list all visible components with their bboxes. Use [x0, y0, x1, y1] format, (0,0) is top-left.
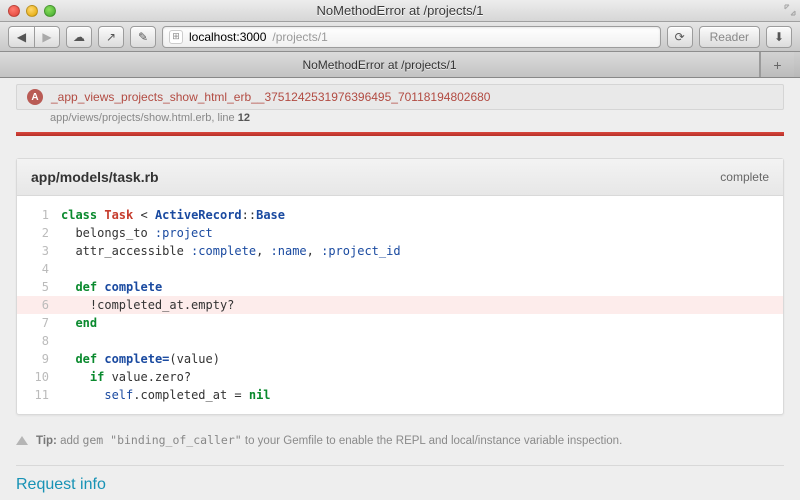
- new-tab-button[interactable]: +: [760, 52, 794, 77]
- line-number: 11: [17, 386, 61, 404]
- line-prefix: , line: [211, 112, 237, 124]
- tab-strip: NoMethodError at /projects/1 +: [0, 52, 800, 78]
- url-path: /projects/1: [272, 30, 327, 44]
- line-source: !completed_at.empty?: [61, 296, 783, 314]
- line-source: def complete=(value): [61, 350, 783, 368]
- line-number: 6: [17, 296, 61, 314]
- line-number: 2: [17, 224, 61, 242]
- source-panel-header: app/models/task.rb complete: [17, 159, 783, 196]
- source-line: 5 def complete: [17, 278, 783, 296]
- tip-callout: Tip: add gem "binding_of_caller" to your…: [16, 433, 784, 447]
- tip-after: to your Gemfile to enable the REPL and l…: [242, 435, 623, 447]
- line-source: def complete: [61, 278, 783, 296]
- nav-buttons: ◀ ▶: [8, 26, 60, 48]
- close-window-button[interactable]: [8, 5, 20, 17]
- line-source: [61, 260, 783, 278]
- tip-before: add: [57, 435, 83, 447]
- forward-button[interactable]: ▶: [34, 26, 60, 48]
- line-source: if value.zero?: [61, 368, 783, 386]
- back-button[interactable]: ◀: [8, 26, 34, 48]
- source-line: 6 !completed_at.empty?: [17, 296, 783, 314]
- app-badge-icon: A: [27, 89, 43, 105]
- line-source: class Task < ActiveRecord::Base: [61, 206, 783, 224]
- stack-frame-file: app/views/projects/show.html.erb: [50, 112, 211, 124]
- tip-text: Tip: add gem "binding_of_caller" to your…: [36, 433, 622, 447]
- source-line: 7 end: [17, 314, 783, 332]
- reload-button[interactable]: ⟳: [667, 26, 693, 48]
- source-line: 10 if value.zero?: [17, 368, 783, 386]
- fullscreen-icon[interactable]: [784, 4, 796, 16]
- section-divider: [16, 465, 784, 466]
- line-number: 8: [17, 332, 61, 350]
- source-line: 4: [17, 260, 783, 278]
- window-title: NoMethodError at /projects/1: [0, 3, 800, 18]
- line-number: 9: [17, 350, 61, 368]
- stack-frame-name: _app_views_projects_show_html_erb__37512…: [51, 90, 490, 104]
- source-line: 8: [17, 332, 783, 350]
- source-code-listing: 1class Task < ActiveRecord::Base2 belong…: [17, 196, 783, 414]
- browser-toolbar: ◀ ▶ ☁ ↗ ✎ ⊞ localhost:3000/projects/1 ⟳ …: [0, 22, 800, 52]
- line-number: 1: [17, 206, 61, 224]
- line-source: attr_accessible :complete, :name, :proje…: [61, 242, 783, 260]
- line-number: 10: [17, 368, 61, 386]
- share-button[interactable]: ↗: [98, 26, 124, 48]
- line-source: end: [61, 314, 783, 332]
- address-bar[interactable]: ⊞ localhost:3000/projects/1: [162, 26, 661, 48]
- stack-frame-line-number: 12: [238, 112, 250, 124]
- source-line: 9 def complete=(value): [17, 350, 783, 368]
- error-accent-bar: [16, 132, 784, 136]
- zoom-window-button[interactable]: [44, 5, 56, 17]
- tab-active[interactable]: NoMethodError at /projects/1: [0, 52, 760, 77]
- pin-button[interactable]: ✎: [130, 26, 156, 48]
- source-panel: app/models/task.rb complete 1class Task …: [16, 158, 784, 415]
- source-file-title: app/models/task.rb: [31, 169, 159, 185]
- traffic-lights: [8, 5, 56, 17]
- source-line: 2 belongs_to :project: [17, 224, 783, 242]
- source-line: 1class Task < ActiveRecord::Base: [17, 206, 783, 224]
- line-number: 3: [17, 242, 61, 260]
- reader-button[interactable]: Reader: [699, 26, 760, 48]
- tip-icon: [16, 436, 28, 445]
- source-line: 3 attr_accessible :complete, :name, :pro…: [17, 242, 783, 260]
- line-number: 7: [17, 314, 61, 332]
- stack-frame-location: app/views/projects/show.html.erb, line 1…: [16, 110, 784, 132]
- line-source: belongs_to :project: [61, 224, 783, 242]
- url-host: localhost:3000: [189, 30, 266, 44]
- tip-code: gem "binding_of_caller": [82, 433, 241, 447]
- line-number: 4: [17, 260, 61, 278]
- downloads-button[interactable]: ⬇: [766, 26, 792, 48]
- line-source: [61, 332, 783, 350]
- line-number: 5: [17, 278, 61, 296]
- request-info-heading: Request info: [16, 476, 784, 494]
- tip-label: Tip:: [36, 435, 57, 447]
- stack-frame-row[interactable]: A _app_views_projects_show_html_erb__375…: [16, 84, 784, 110]
- page-content: A _app_views_projects_show_html_erb__375…: [0, 78, 800, 500]
- source-line: 11 self.completed_at = nil: [17, 386, 783, 404]
- site-favicon-icon: ⊞: [169, 30, 183, 44]
- minimize-window-button[interactable]: [26, 5, 38, 17]
- icloud-tabs-button[interactable]: ☁: [66, 26, 92, 48]
- window-titlebar: NoMethodError at /projects/1: [0, 0, 800, 22]
- line-source: self.completed_at = nil: [61, 386, 783, 404]
- source-panel-action[interactable]: complete: [720, 170, 769, 184]
